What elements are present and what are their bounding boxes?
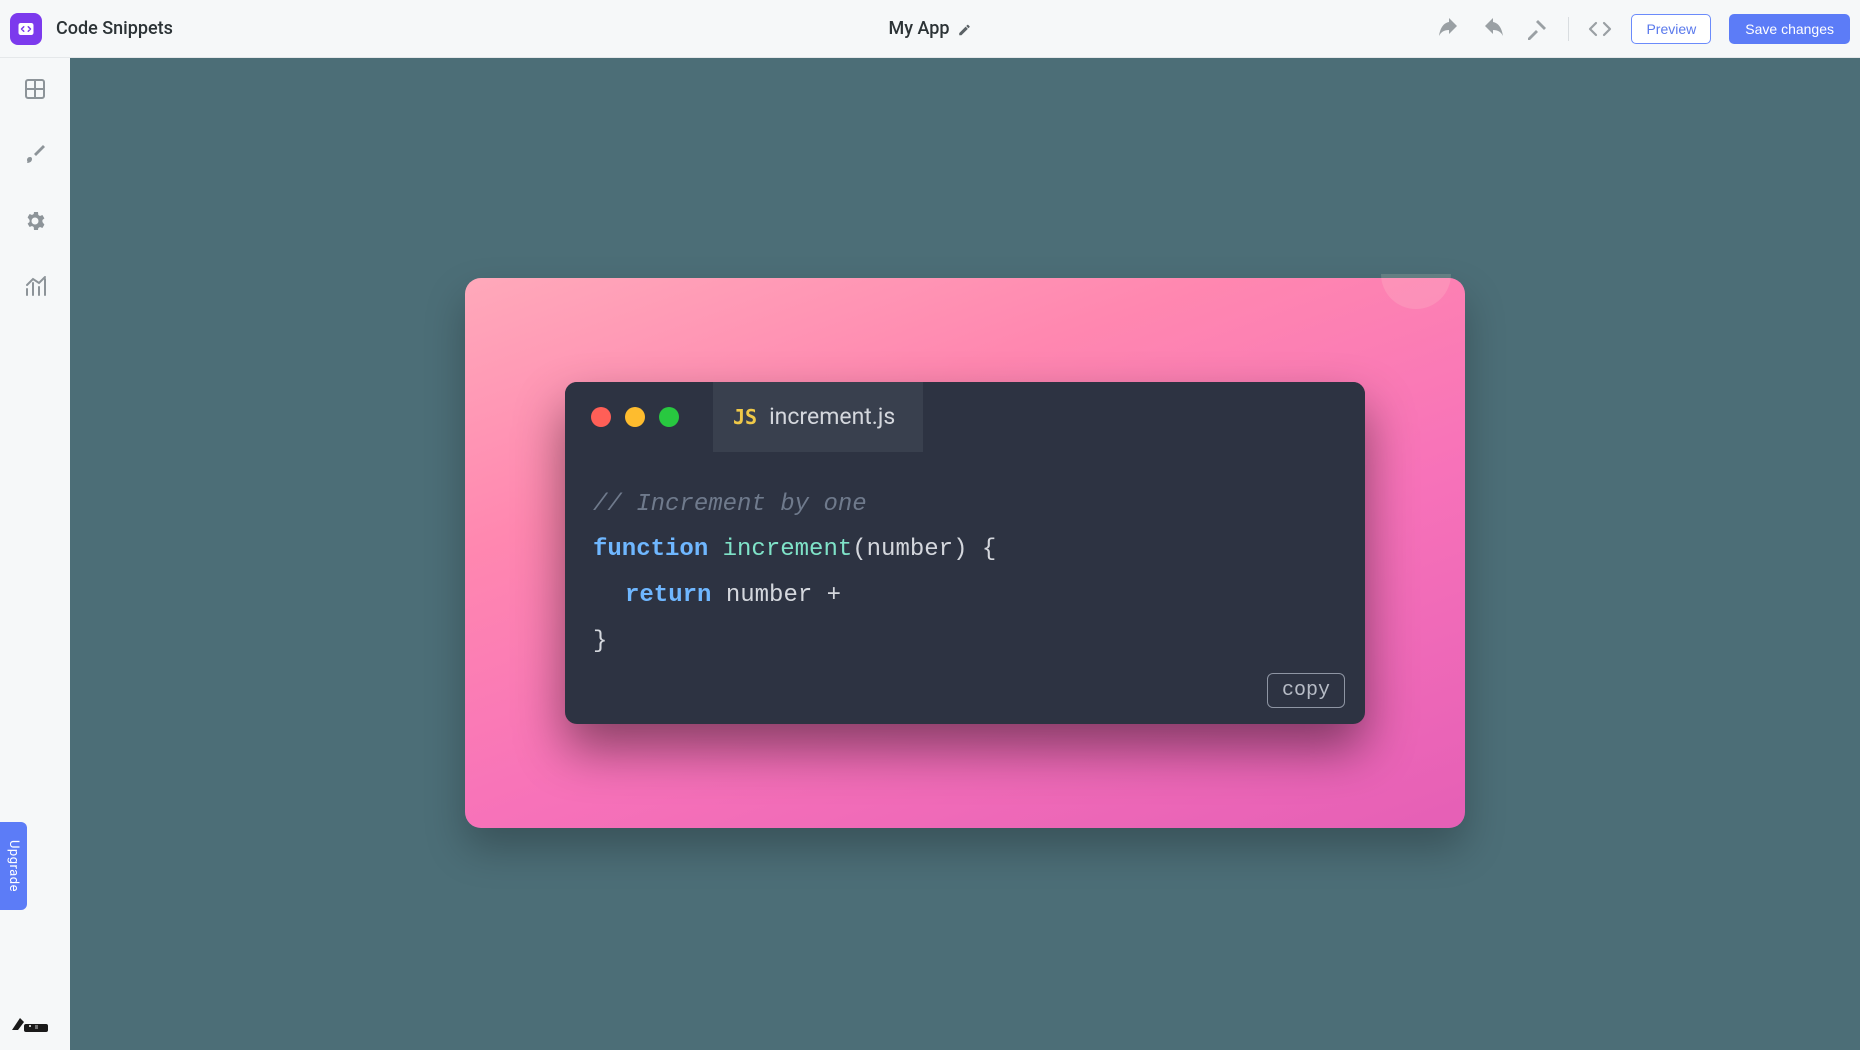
copy-button[interactable]: copy xyxy=(1267,673,1345,708)
file-tab[interactable]: JS increment.js xyxy=(713,382,923,452)
code-window-titlebar: JS increment.js xyxy=(565,382,1365,452)
snippet-card: JS increment.js // Increment by one func… xyxy=(465,278,1465,828)
gear-icon[interactable] xyxy=(22,208,48,234)
redo-icon[interactable] xyxy=(1480,16,1506,42)
tok-paren-close: ) xyxy=(953,536,967,563)
app-name-wrap: My App xyxy=(888,18,971,39)
tok-op: + xyxy=(827,582,841,609)
lang-badge: JS xyxy=(733,405,757,429)
upgrade-button[interactable]: Upgrade xyxy=(0,822,27,910)
brush-icon[interactable] xyxy=(22,142,48,168)
tok-param: number xyxy=(867,536,953,563)
card-highlight xyxy=(1381,274,1451,309)
mascot-icon xyxy=(10,1008,50,1032)
hammer-icon[interactable] xyxy=(1524,16,1550,42)
tok-expr-ident: number xyxy=(726,582,812,609)
code-toggle-icon[interactable] xyxy=(1587,16,1613,42)
canvas-area[interactable]: JS increment.js // Increment by one func… xyxy=(70,58,1860,1050)
tok-return: return xyxy=(625,582,711,609)
code-comment: // Increment by one xyxy=(593,491,867,518)
preview-button[interactable]: Preview xyxy=(1631,14,1711,44)
divider xyxy=(1568,17,1569,41)
undo-icon[interactable] xyxy=(1436,16,1462,42)
tok-brace-close: } xyxy=(593,628,607,655)
app-logo xyxy=(10,13,42,45)
tok-brace-open: { xyxy=(982,536,996,563)
tok-fn-name: increment xyxy=(723,536,853,563)
grid-icon[interactable] xyxy=(22,76,48,102)
top-bar: Code Snippets My App Preview Save change… xyxy=(0,0,1860,58)
minimize-dot-icon xyxy=(625,407,645,427)
zoom-dot-icon xyxy=(659,407,679,427)
app-name: My App xyxy=(888,18,949,39)
code-area[interactable]: // Increment by one function increment(n… xyxy=(565,452,1365,724)
save-button[interactable]: Save changes xyxy=(1729,14,1850,44)
close-dot-icon xyxy=(591,407,611,427)
top-actions: Preview Save changes xyxy=(1436,14,1850,44)
filename-label: increment.js xyxy=(769,403,895,430)
page-title: Code Snippets xyxy=(56,18,173,39)
tok-paren-open: ( xyxy=(852,536,866,563)
left-sidebar: Upgrade xyxy=(0,58,70,1050)
code-window: JS increment.js // Increment by one func… xyxy=(565,382,1365,724)
chart-icon[interactable] xyxy=(22,274,48,300)
edit-name-icon[interactable] xyxy=(958,22,972,36)
tok-function: function xyxy=(593,536,708,563)
window-traffic-lights xyxy=(591,407,679,427)
